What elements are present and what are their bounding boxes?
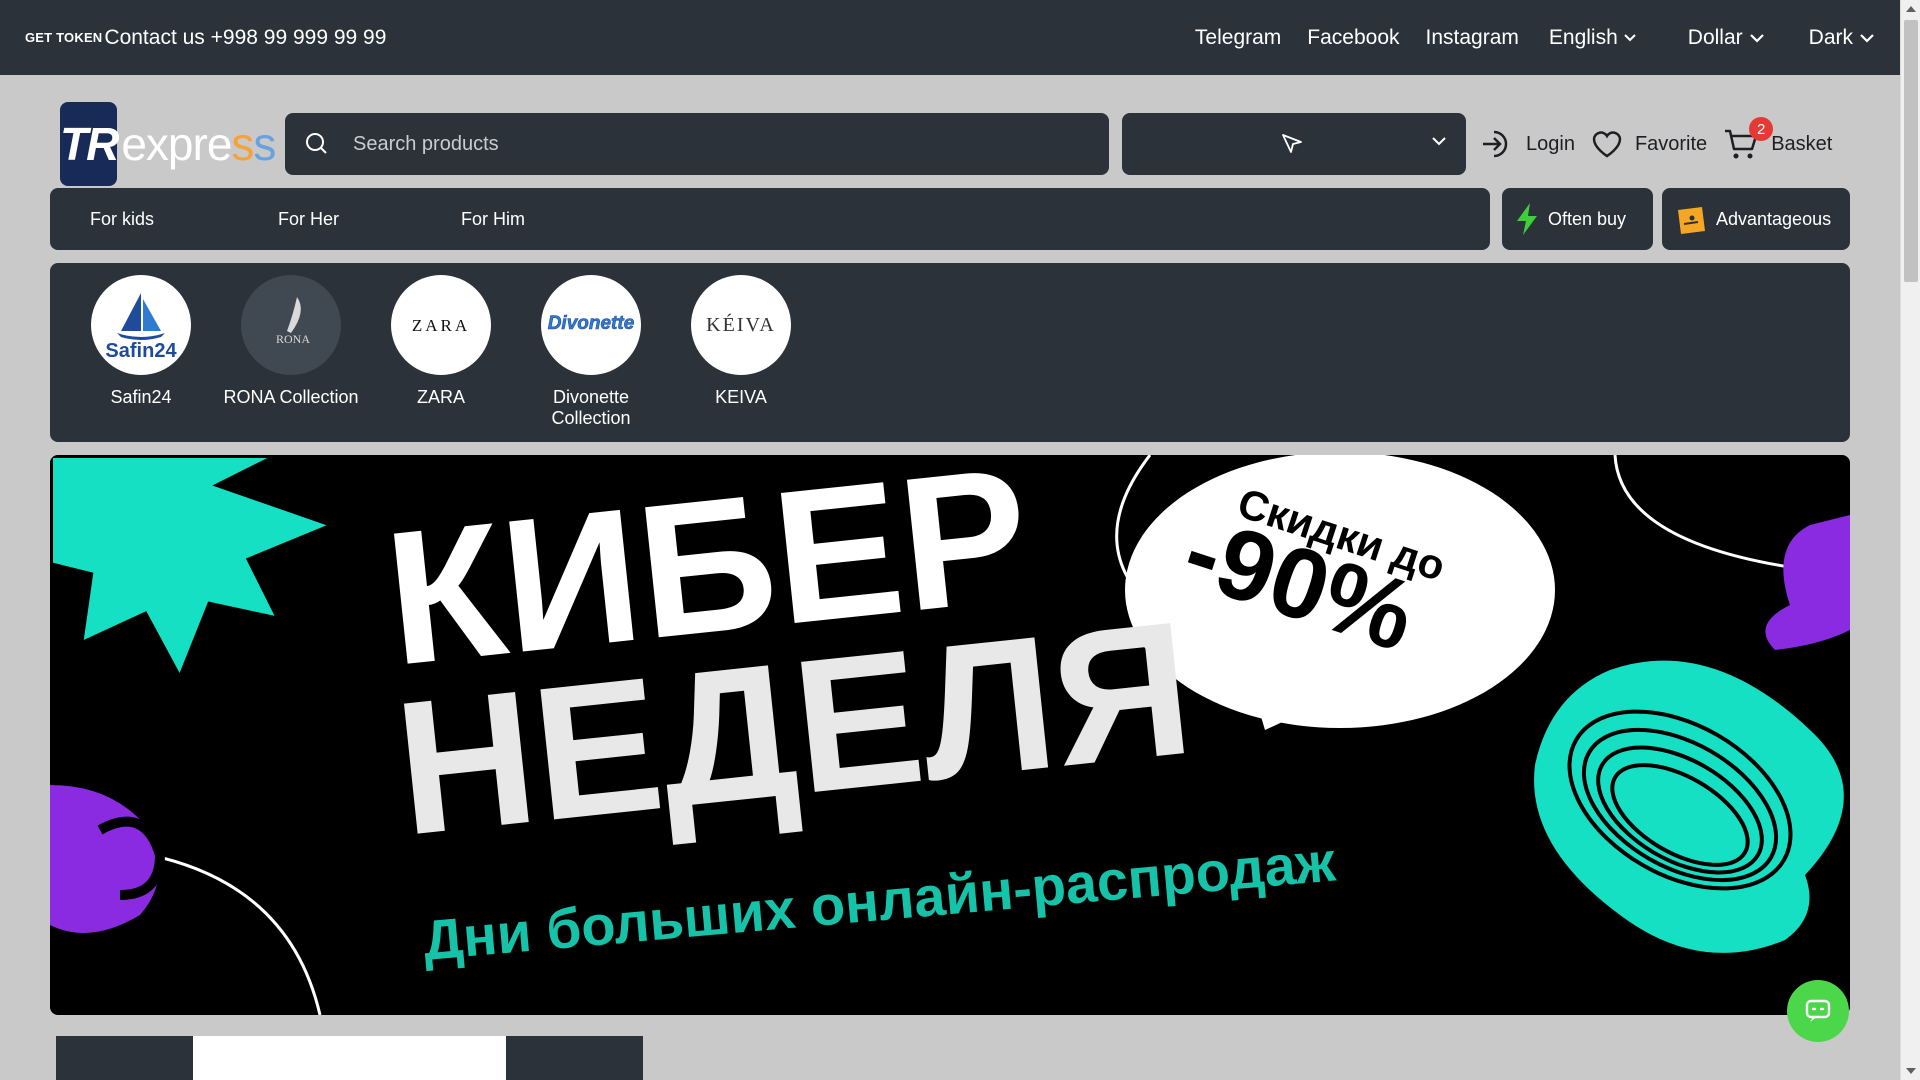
chevron-down-icon — [1860, 33, 1874, 43]
brand-name: RONA Collection — [223, 387, 359, 407]
product-section-preview — [56, 1036, 643, 1080]
brand-logo-text: RONA — [276, 332, 310, 346]
facebook-link[interactable]: Facebook — [1307, 26, 1399, 50]
login-icon — [1483, 130, 1508, 158]
logo-mark: TR — [60, 102, 119, 186]
ticket-icon — [1678, 207, 1705, 234]
brand-logo-text: KÉIVA — [706, 313, 776, 336]
chevron-down-icon — [1749, 33, 1764, 43]
arc-line — [1613, 455, 1811, 572]
language-select[interactable]: English — [1549, 26, 1636, 50]
nav-item-for-kids[interactable]: For kids — [90, 209, 278, 230]
brand-name: ZARA — [416, 387, 465, 407]
theme-select[interactable]: Dark — [1809, 26, 1875, 50]
language-value: English — [1548, 25, 1618, 49]
login-button[interactable]: Login — [1480, 127, 1575, 161]
site-logo[interactable]: TR express — [60, 102, 276, 186]
brand-logo: Divonette — [541, 275, 641, 375]
page-scrollbar[interactable] — [1900, 0, 1920, 1080]
brand-divonette-collection[interactable]: Divonette Divonette Collection — [516, 275, 666, 442]
category-nav: For kids For Her For Him — [50, 188, 1490, 250]
brand-logo: ZARA — [391, 275, 491, 375]
brand-logo: KÉIVA — [691, 275, 791, 375]
scrollbar-thumb[interactable] — [1904, 20, 1918, 282]
banner-artwork: КИБЕР НЕДЕЛЯ Скидки до -90% Дни больших … — [50, 455, 1850, 1015]
currency-value: Dollar — [1687, 25, 1743, 49]
search-box[interactable]: Search products — [285, 113, 1109, 175]
nav-item-for-him[interactable]: For Him — [461, 209, 525, 230]
promo-banner[interactable]: КИБЕР НЕДЕЛЯ Скидки до -90% Дни больших … — [50, 455, 1850, 1015]
currency-select[interactable]: Dollar — [1688, 26, 1765, 50]
basket-button[interactable]: 2 Basket — [1723, 117, 1833, 161]
heart-icon — [1592, 131, 1622, 158]
search-icon — [306, 133, 327, 154]
favorite-label: Favorite — [1634, 132, 1708, 155]
contact-phone[interactable]: Contact us +998 99 999 99 99 — [104, 26, 386, 50]
brands-carousel: Safin24 Safin24 RONA RONA Collection ZAR… — [50, 263, 1850, 442]
product-card-center[interactable] — [193, 1036, 506, 1080]
brand-name: KEIVA — [715, 387, 767, 407]
lightning-icon — [1517, 203, 1537, 235]
often-buy-button[interactable]: Often buy — [1502, 188, 1653, 250]
purple-blob — [1765, 515, 1850, 650]
product-card-left[interactable] — [56, 1036, 193, 1080]
logo-word-accent: s — [231, 118, 254, 170]
favorite-button[interactable]: Favorite — [1591, 129, 1707, 159]
scroll-up-arrow-icon[interactable] — [1906, 6, 1916, 12]
location-select[interactable] — [1122, 113, 1466, 175]
sailboat-logo-icon: Safin24 — [105, 293, 177, 362]
top-bar: GET TOKEN Contact us +998 99 999 99 99 T… — [0, 0, 1900, 75]
brand-name: Divonette Collection — [551, 387, 631, 428]
brand-logo-text: ZARA — [412, 316, 470, 335]
get-token-link[interactable]: GET TOKEN — [25, 30, 102, 45]
brand-zara[interactable]: ZARA ZARA — [366, 275, 516, 442]
brand-safin24[interactable]: Safin24 Safin24 — [66, 275, 216, 442]
scroll-down-arrow-icon[interactable] — [1906, 1068, 1916, 1074]
instagram-link[interactable]: Instagram — [1426, 26, 1519, 50]
nav-item-for-her[interactable]: For Her — [278, 209, 461, 230]
keiva-logo-icon: KÉIVA — [706, 313, 776, 336]
chat-icon — [1805, 999, 1831, 1022]
chat-button[interactable] — [1787, 980, 1849, 1042]
chevron-down-icon — [1432, 137, 1446, 146]
logo-word-accent: s — [253, 118, 276, 170]
often-buy-label: Often buy — [1548, 208, 1627, 229]
brand-keiva[interactable]: KÉIVA KEIVA — [666, 275, 816, 442]
basket-count-badge: 2 — [1749, 117, 1774, 141]
top-bar-right: Telegram Facebook Instagram English Doll… — [1169, 26, 1875, 50]
brand-logo: Safin24 — [91, 275, 191, 375]
header-actions: Login Favorite 2 Basket — [1480, 113, 1832, 175]
login-label: Login — [1526, 132, 1575, 155]
starburst-shape — [50, 455, 344, 688]
logo-word-part: expre — [121, 118, 232, 170]
chevron-down-icon — [1624, 33, 1636, 41]
product-card-right[interactable] — [506, 1036, 643, 1080]
brand-name: Safin24 — [110, 387, 172, 407]
logo-wordmark: express — [121, 117, 276, 171]
search-input[interactable]: Search products — [353, 133, 499, 156]
divonette-logo-icon: Divonette — [547, 313, 635, 335]
advantageous-label: Advantageous — [1716, 208, 1832, 229]
arc-line — [149, 853, 322, 1015]
brand-logo-text: Safin24 — [105, 340, 177, 362]
location-arrow-icon — [1282, 134, 1302, 153]
brand-rona-collection[interactable]: RONA RONA Collection — [216, 275, 366, 442]
basket-label: Basket — [1771, 132, 1833, 155]
advantageous-button[interactable]: Advantageous — [1662, 188, 1850, 250]
theme-value: Dark — [1808, 25, 1853, 49]
purple-blob — [50, 785, 159, 933]
brand-logo-text: Divonette — [548, 313, 635, 334]
brand-logo: RONA — [241, 275, 341, 375]
feather-logo-icon: RONA — [276, 297, 310, 346]
telegram-link[interactable]: Telegram — [1195, 26, 1281, 50]
zara-logo-icon: ZARA — [412, 316, 470, 335]
